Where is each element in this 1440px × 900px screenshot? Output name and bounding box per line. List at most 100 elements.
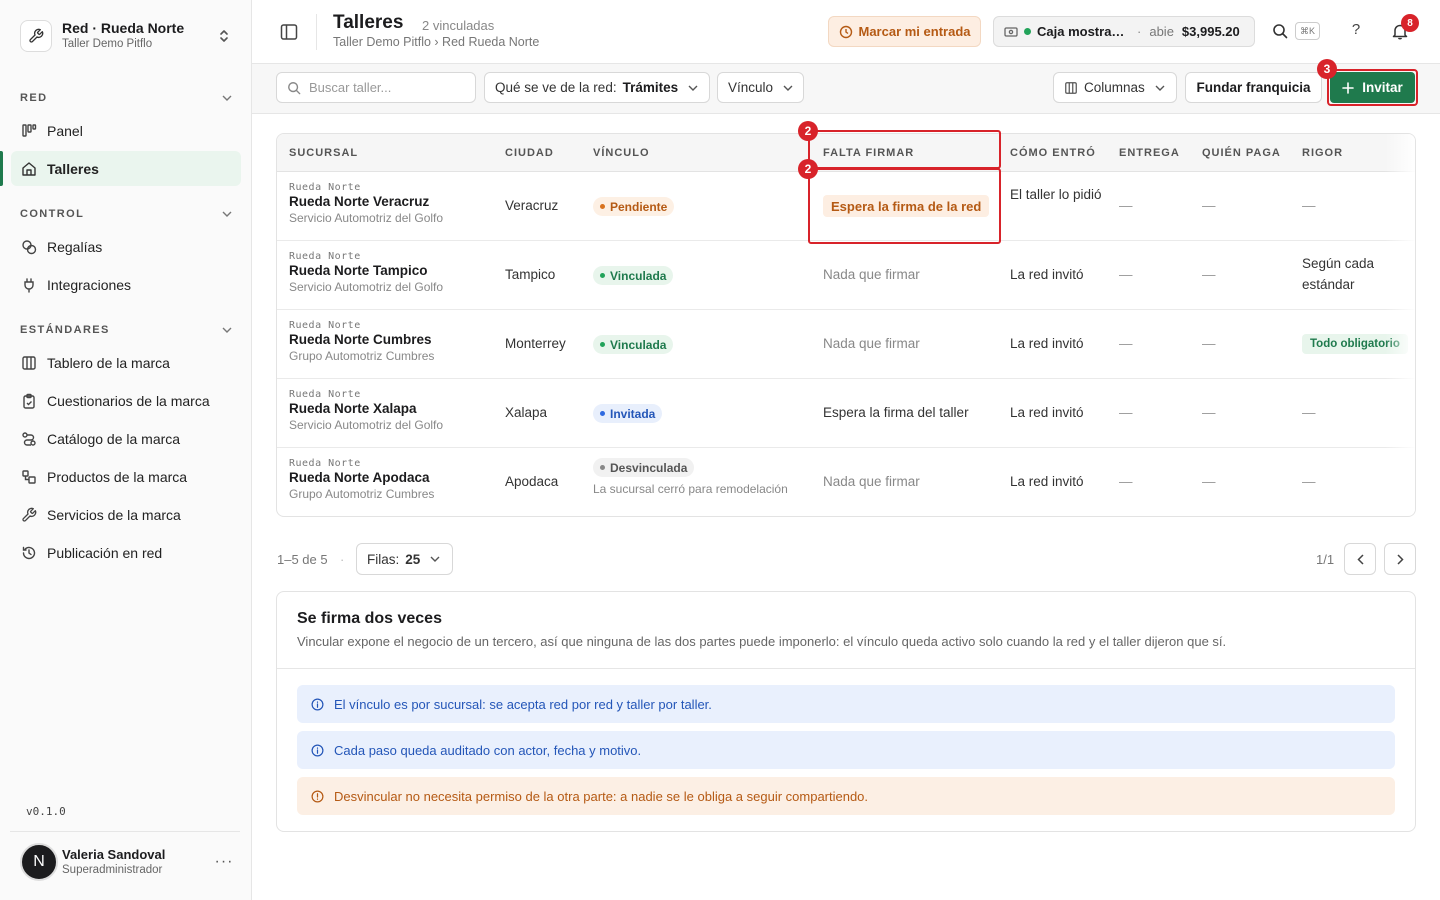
info-icon bbox=[311, 744, 324, 756]
city: Apodaca bbox=[505, 474, 559, 489]
column-header-rigor[interactable]: RIGOR bbox=[1302, 147, 1343, 159]
branch-name[interactable]: Rueda Norte Apodaca bbox=[289, 469, 434, 487]
section-estandares[interactable]: ESTÁNDARES bbox=[20, 322, 232, 338]
sidebar-item-label: Catálogo de la marca bbox=[47, 430, 181, 447]
column-header-entrega[interactable]: ENTREGA bbox=[1119, 147, 1180, 159]
sidebar-toggle-icon[interactable] bbox=[280, 23, 300, 41]
user-menu[interactable]: N Valeria Sandoval Superadministrador ··… bbox=[10, 831, 240, 891]
fundar-franquicia-button[interactable]: Fundar franquicia bbox=[1185, 72, 1322, 103]
branch-name[interactable]: Rueda Norte Cumbres bbox=[289, 331, 434, 349]
entry-method: La red invitó bbox=[1010, 405, 1084, 420]
delivery: — bbox=[1119, 474, 1133, 489]
chevron-down-icon bbox=[430, 556, 440, 562]
rigor: — bbox=[1302, 405, 1316, 420]
rigor: Según cada estándar bbox=[1302, 256, 1375, 292]
wrench-icon bbox=[20, 20, 52, 52]
column-header-quien-paga[interactable]: QUIÉN PAGA bbox=[1202, 147, 1281, 159]
clock-in-button[interactable]: Marcar mi entrada bbox=[828, 16, 981, 47]
rows-value: 25 bbox=[405, 551, 421, 567]
panel-icon bbox=[21, 123, 37, 139]
chevron-down-icon bbox=[688, 85, 698, 91]
sidebar-item-panel[interactable]: Panel bbox=[11, 113, 241, 148]
cash-register-status: abie bbox=[1149, 24, 1174, 39]
entry-method: La red invitó bbox=[1010, 474, 1084, 489]
visibility-filter[interactable]: Qué se ve de la red: Trámites bbox=[484, 72, 710, 103]
section-label: CONTROL bbox=[20, 208, 85, 220]
sidebar-item-productos[interactable]: Productos de la marca bbox=[11, 459, 241, 494]
sidebar-item-catalogo[interactable]: Catálogo de la marca bbox=[11, 421, 241, 456]
clock-in-label: Marcar mi entrada bbox=[858, 24, 971, 39]
rows-per-page-select[interactable]: Filas: 25 bbox=[356, 543, 453, 575]
sidebar-item-publicacion[interactable]: Publicación en red bbox=[11, 535, 241, 570]
sidebar-item-label: Talleres bbox=[47, 160, 99, 177]
prev-page-button[interactable] bbox=[1344, 543, 1376, 575]
plug-icon bbox=[21, 277, 37, 293]
network-name: Rueda Norte bbox=[289, 320, 361, 331]
rigor-badge: Todo obligatorio bbox=[1302, 334, 1408, 354]
column-header-como-entro[interactable]: CÓMO ENTRÓ bbox=[1010, 147, 1096, 159]
shortcut-hint: ⌘K bbox=[1295, 22, 1320, 40]
table-row[interactable]: Rueda Norte Rueda Norte Apodaca Grupo Au… bbox=[277, 448, 1415, 516]
invite-button[interactable]: Invitar bbox=[1330, 72, 1415, 103]
next-page-button[interactable] bbox=[1384, 543, 1416, 575]
store-icon bbox=[21, 161, 37, 177]
column-header-vinculo[interactable]: VÍNCULO bbox=[593, 147, 650, 159]
sidebar-item-regalias[interactable]: Regalías bbox=[11, 229, 241, 264]
vinculo-filter[interactable]: Vínculo bbox=[717, 72, 804, 103]
sidebar-item-label: Productos de la marca bbox=[47, 468, 188, 485]
more-icon[interactable]: ··· bbox=[212, 853, 236, 871]
branch-name[interactable]: Rueda Norte Xalapa bbox=[289, 400, 443, 418]
chevron-down-icon bbox=[1155, 85, 1165, 91]
table-row[interactable]: Rueda Norte Rueda Norte Xalapa Servicio … bbox=[277, 379, 1415, 448]
branch-name[interactable]: Rueda Norte Veracruz bbox=[289, 193, 443, 211]
network-name: Rueda Norte bbox=[289, 182, 361, 193]
page-title: Talleres bbox=[333, 12, 404, 33]
sidebar-item-label: Cuestionarios de la marca bbox=[47, 392, 210, 409]
avatar: N bbox=[20, 842, 58, 881]
user-name: Valeria Sandoval bbox=[62, 846, 166, 862]
plus-icon bbox=[1342, 81, 1355, 94]
branch-group: Servicio Automotriz del Golfo bbox=[289, 211, 444, 225]
column-header-sucursal[interactable]: SUCURSAL bbox=[289, 147, 358, 159]
vinculo-label: Vínculo bbox=[728, 80, 774, 95]
note-text: El vínculo es por sucursal: se acepta re… bbox=[334, 696, 712, 712]
visibility-label: Qué se ve de la red: bbox=[495, 80, 617, 95]
delivery: — bbox=[1119, 198, 1133, 213]
columns-button[interactable]: Columnas bbox=[1053, 72, 1177, 103]
sidebar-item-cuestionarios[interactable]: Cuestionarios de la marca bbox=[11, 383, 241, 418]
sidebar-item-label: Regalías bbox=[47, 238, 103, 255]
columns-icon bbox=[21, 355, 37, 371]
info-note: Cada paso queda auditado con actor, fech… bbox=[297, 731, 1395, 769]
pending-signature: Nada que firmar bbox=[823, 267, 920, 282]
search-field[interactable] bbox=[276, 72, 476, 103]
sidebar-item-integraciones[interactable]: Integraciones bbox=[11, 267, 241, 302]
sidebar-item-talleres[interactable]: Talleres bbox=[0, 151, 241, 186]
sidebar-item-servicios[interactable]: Servicios de la marca bbox=[11, 497, 241, 532]
status-badge: Vinculada bbox=[593, 266, 674, 285]
search-input[interactable] bbox=[309, 80, 459, 95]
column-header-ciudad[interactable]: CIUDAD bbox=[505, 147, 554, 159]
top-header: Talleres 2 vinculadas Taller Demo Pitflo… bbox=[252, 0, 1440, 64]
rigor: — bbox=[1302, 198, 1316, 213]
clock-icon bbox=[839, 25, 852, 38]
org-switcher[interactable]: Red · Rueda Norte Taller Demo Pitflo bbox=[20, 18, 240, 54]
search-icon[interactable] bbox=[1272, 23, 1290, 41]
branch-group: Servicio Automotriz del Golfo bbox=[289, 418, 444, 432]
network-name: Rueda Norte bbox=[289, 389, 361, 400]
help-icon[interactable]: ? bbox=[1349, 21, 1363, 41]
cash-register-selector[interactable]: Caja mostrad... · abie $3,995.20 bbox=[993, 16, 1255, 47]
alert-circle-icon bbox=[311, 790, 324, 802]
sidebar-item-label: Integraciones bbox=[47, 276, 132, 293]
branch-name[interactable]: Rueda Norte Tampico bbox=[289, 262, 443, 280]
separator: · bbox=[1137, 24, 1142, 39]
section-red[interactable]: RED bbox=[20, 90, 232, 106]
city: Xalapa bbox=[505, 405, 548, 420]
columns-icon bbox=[1065, 81, 1077, 94]
table-row[interactable]: Rueda Norte Rueda Norte Tampico Servicio… bbox=[277, 241, 1415, 310]
sidebar-item-tablero[interactable]: Tablero de la marca bbox=[11, 345, 241, 380]
chevron-down-icon bbox=[222, 327, 232, 333]
table-row[interactable]: Rueda Norte Rueda Norte Cumbres Grupo Au… bbox=[277, 310, 1415, 379]
status-badge: Desvinculada bbox=[593, 458, 695, 477]
sidebar: Red · Rueda Norte Taller Demo Pitflo RED… bbox=[0, 0, 252, 900]
section-control[interactable]: CONTROL bbox=[20, 206, 232, 222]
